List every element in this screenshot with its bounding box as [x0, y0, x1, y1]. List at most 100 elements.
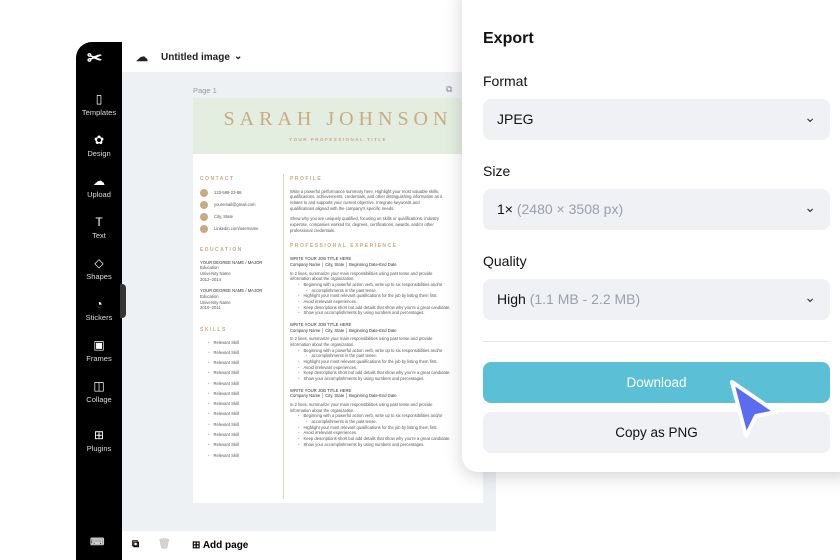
skill-item: Relevant Skill	[208, 350, 278, 356]
stickers-icon: ◔	[95, 297, 103, 311]
contact-item: City, State	[200, 212, 278, 221]
section-heading: SKILLS	[200, 326, 227, 333]
add-page-icon: ⊞	[192, 540, 201, 551]
section-heading: CONTACT	[200, 176, 235, 182]
format-label: Format	[483, 73, 528, 89]
job-bullets: Beginning with a powerful action verb, w…	[290, 348, 480, 382]
skill-item: Relevant Skill	[208, 370, 278, 376]
editor-window: ✂ ▯ Templates ✿ Design ☁ Upload T Text ◇ Shapes ◔ S…	[76, 42, 496, 560]
upload-icon: ☁	[93, 174, 105, 188]
sidebar-item-collage[interactable]: ◫ Collage	[76, 379, 122, 404]
sidebar-item-stickers[interactable]: ◔ Stickers	[76, 297, 122, 322]
capcut-logo-icon: ✂	[87, 48, 103, 68]
quality-select[interactable]: High (1.1 MB - 2.2 MB) ⌄	[483, 279, 830, 320]
resume-name: SARAH JOHNSON	[223, 108, 453, 130]
shapes-icon: ◇	[94, 256, 104, 270]
section-heading: PROFESSIONAL EXPERIENCE	[290, 243, 398, 250]
education-entry: YOUR DEGREE NAME / MAJOR Education Univers…	[200, 260, 278, 283]
frames-icon: ▣	[93, 338, 105, 352]
contact-icon	[200, 212, 208, 221]
size-label: Size	[483, 163, 511, 179]
add-page-label: Add page	[202, 540, 249, 551]
sidebar-item-plugins[interactable]: ⊞ Plugins	[76, 428, 122, 453]
design-icon: ✿	[93, 133, 105, 147]
contact-text: City, State	[214, 213, 234, 219]
resume-left-column: CONTACT 123-589-22-88 youremail@gmail.com…	[200, 176, 278, 463]
contact-icon	[200, 200, 208, 209]
sidebar-item-label: Frames	[86, 354, 112, 363]
mouse-cursor-icon	[730, 380, 778, 438]
section-heading: PROFILE	[290, 176, 323, 182]
skill-item: Relevant Skill	[208, 422, 278, 428]
sidebar-item-text[interactable]: T Text	[76, 215, 122, 240]
collapse-handle[interactable]	[120, 284, 126, 318]
size-detail: (2480 × 3508 px)	[516, 201, 624, 217]
keyboard-icon[interactable]: ⌨	[90, 537, 104, 548]
export-title: Export	[483, 30, 534, 47]
education-entry: YOUR DEGREE NAME / MAJOR Education Univers…	[200, 288, 278, 311]
education-line: 2010–2011	[200, 305, 221, 311]
job-bullet: Show your accomplishments by using numbe…	[298, 310, 480, 316]
sidebar-item-frames[interactable]: ▣ Frames	[76, 338, 122, 363]
sidebar-item-upload[interactable]: ☁ Upload	[76, 174, 122, 199]
resume-page[interactable]: SARAH JOHNSON YOUR PROFESSIONAL TITLE CON…	[193, 98, 483, 503]
duplicate-icon[interactable]: ⧉	[132, 539, 139, 550]
contact-item: Linkedin.com/username	[200, 224, 278, 233]
sidebar-item-shapes[interactable]: ◇ Shapes	[76, 256, 122, 281]
duplicate-page-icon[interactable]: ⧉	[446, 84, 452, 95]
sidebar-item-design[interactable]: ✿ Design	[76, 133, 122, 158]
job-bullet: Show your accomplishments by using numbe…	[298, 376, 480, 382]
divider	[483, 341, 830, 342]
chevron-down-icon: ⌄	[804, 109, 816, 125]
delete-icon[interactable]: 🗑	[158, 539, 171, 550]
job-company: Company Name │ City, State │ Beginning D…	[290, 327, 397, 333]
quality-label: Quality	[483, 253, 527, 269]
skill-item: Relevant Skill	[208, 391, 278, 397]
sidebar-item-templates[interactable]: ▯ Templates	[76, 92, 122, 117]
sidebar-item-label: Collage	[86, 395, 112, 404]
job-bullets: Beginning with a powerful action verb, w…	[290, 413, 480, 447]
size-value: 1×	[497, 201, 513, 217]
resume-title: YOUR PROFESSIONAL TITLE	[289, 137, 387, 142]
job-entry: WRITE YOUR JOB TITLE HERE Company Name │ …	[290, 322, 480, 382]
skill-item: Relevant Skill	[208, 381, 278, 387]
sidebar-item-label: Text	[92, 231, 106, 240]
skill-item: Relevant Skill	[208, 411, 278, 417]
quality-value: High	[497, 291, 526, 307]
skill-item: Relevant Skill	[208, 442, 278, 448]
skill-item: Relevant Skill	[208, 340, 278, 346]
contact-text: youremail@gmail.com	[214, 201, 256, 207]
sidebar-item-label: Shapes	[86, 272, 112, 281]
resume-right-column: PROFILE Write a powerful performance sum…	[290, 176, 480, 453]
plugins-icon: ⊞	[93, 428, 105, 442]
export-panel: Export Format JPEG ⌄ Size 1× (2480 × 3508…	[462, 0, 840, 472]
quality-detail: (1.1 MB - 2.2 MB)	[529, 291, 641, 307]
format-select[interactable]: JPEG ⌄	[483, 99, 830, 140]
contact-icon	[200, 188, 208, 197]
job-entry: WRITE YOUR JOB TITLE HERE Company Name │ …	[290, 256, 480, 316]
format-value: JPEG	[497, 111, 534, 127]
skill-item: Relevant Skill	[208, 453, 278, 459]
templates-icon: ▯	[95, 92, 103, 106]
chevron-down-icon[interactable]: ⌄	[234, 51, 242, 62]
job-bullet: Show your accomplishments by using numbe…	[298, 442, 480, 448]
size-select[interactable]: 1× (2480 × 3508 px) ⌄	[483, 189, 830, 230]
job-bullets: Beginning with a powerful action verb, w…	[290, 282, 480, 316]
contact-text: 123-589-22-88	[214, 189, 242, 195]
bottom-bar: ⌨ ⧉ 🗑 ⊞ Add page	[90, 531, 496, 560]
contact-item: youremail@gmail.com	[200, 200, 278, 209]
contact-item: 123-589-22-88	[200, 188, 278, 197]
top-bar: ☁ Untitled image ⌄ ➤	[122, 42, 496, 72]
collage-icon: ◫	[93, 379, 105, 393]
job-company: Company Name │ City, State │ Beginning D…	[290, 393, 397, 399]
document-title[interactable]: Untitled image	[161, 52, 230, 63]
sidebar-item-label: Upload	[87, 190, 111, 199]
sidebar-item-label: Stickers	[85, 313, 113, 322]
contact-text: Linkedin.com/username	[214, 225, 259, 231]
skill-item: Relevant Skill	[208, 360, 278, 366]
chevron-down-icon: ⌄	[804, 199, 816, 215]
add-page-button[interactable]: ⊞ Add page	[192, 540, 248, 551]
skill-item: Relevant Skill	[208, 432, 278, 438]
text-icon: T	[95, 215, 103, 229]
page-label: Page 1	[193, 86, 217, 95]
